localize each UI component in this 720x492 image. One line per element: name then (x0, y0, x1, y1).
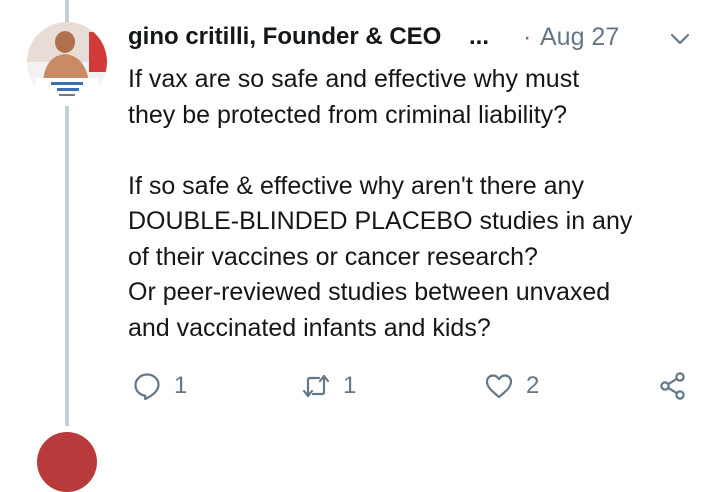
heart-icon (485, 374, 513, 399)
retweet-count: 1 (343, 372, 357, 399)
tweet-date[interactable]: Aug 27 (540, 23, 619, 52)
retweet-button[interactable]: 1 (301, 366, 356, 406)
share-icon (660, 372, 685, 400)
retweet-icon (302, 374, 330, 398)
name-truncation: ... (469, 23, 490, 50)
separator-dot: · (523, 23, 532, 51)
author-name[interactable]: gino critilli, Founder & CEO (128, 23, 441, 51)
like-count: 2 (526, 372, 540, 399)
avatar-image (27, 22, 107, 102)
tweet-actions: 1 1 2 (128, 366, 698, 406)
reply-button[interactable]: 1 (132, 366, 187, 406)
thread-line-top (65, 0, 69, 23)
reply-icon (134, 373, 160, 401)
tweet-text: If vax are so safe and effective why mus… (128, 65, 633, 342)
avatar[interactable] (27, 22, 107, 102)
share-button[interactable] (658, 366, 688, 406)
next-tweet-avatar[interactable] (37, 432, 97, 492)
chevron-down-icon[interactable] (668, 27, 692, 51)
reply-count: 1 (174, 372, 188, 399)
tweet-header: gino critilli, Founder & CEO ... · Aug 2… (128, 21, 698, 57)
like-button[interactable]: 2 (484, 366, 539, 406)
thread-line (65, 106, 69, 426)
